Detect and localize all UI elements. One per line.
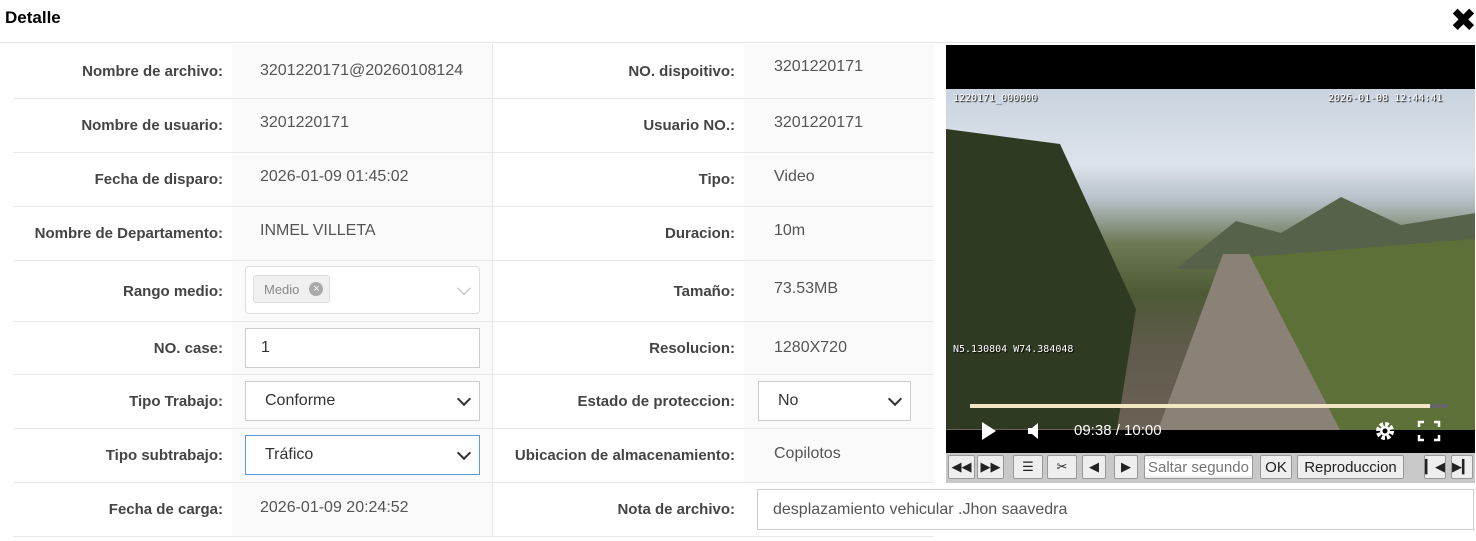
chevron-down-icon xyxy=(456,391,472,407)
value-tipo: Video xyxy=(744,153,934,206)
table-row: NO. case: 1 Resolucion: 1280X720 xyxy=(13,322,934,375)
label-fecha-carga: Fecha de carga: xyxy=(108,501,223,518)
progress-bar[interactable] xyxy=(970,404,1448,408)
progress-fill xyxy=(970,404,1431,408)
label-ubicacion: Ubicacion de almacenamiento: xyxy=(514,447,735,464)
value-duracion: 10m xyxy=(744,207,934,260)
label-nota-archivo: Nota de archivo: xyxy=(617,501,735,518)
label-no-case: NO. case: xyxy=(153,339,223,357)
video-hill xyxy=(946,129,1136,429)
table-row: Nombre de archivo: 3201220171@2026010812… xyxy=(13,44,934,99)
seek-seconds-input[interactable] xyxy=(1145,458,1252,476)
tag-label: Medio xyxy=(264,281,300,297)
estado-proteccion-cell: No xyxy=(744,375,934,428)
tipo-trabajo-select[interactable]: Conforme xyxy=(245,381,480,421)
value-nombre-usuario: 3201220171 xyxy=(232,99,493,152)
osd-coords: N5.130804 W74.384048 xyxy=(953,344,1074,355)
table-row: Fecha de disparo: 2026-01-09 01:45:02 Ti… xyxy=(13,153,934,207)
seek-seconds-field xyxy=(1144,455,1253,479)
no-case-input[interactable]: 1 xyxy=(245,328,480,368)
value-nombre-archivo: 3201220171@20260108124 xyxy=(232,44,493,98)
play-icon[interactable] xyxy=(980,420,998,442)
chevron-down-icon xyxy=(456,280,472,296)
reproduccion-button[interactable]: Reproduccion xyxy=(1297,455,1404,479)
dialog-title: Detalle xyxy=(5,8,61,27)
frame-back-icon[interactable]: ◀ xyxy=(1082,455,1106,479)
skip-end-icon[interactable]: ▶▎ xyxy=(1451,455,1473,479)
label-tipo: Tipo: xyxy=(698,171,735,188)
tipo-trabajo-cell: Conforme xyxy=(232,375,493,428)
osd-datetime: 2026-01-08 12:44:41 xyxy=(1328,93,1443,104)
value-no-dispositivo: 3201220171 xyxy=(744,44,934,98)
no-case-cell: 1 xyxy=(232,322,493,374)
tipo-subtrabajo-select[interactable]: Tráfico xyxy=(245,435,480,475)
nota-archivo-input[interactable]: desplazamiento vehicular .Jhon saavedra xyxy=(757,489,1474,530)
estado-proteccion-value: No xyxy=(778,392,799,409)
skip-start-icon[interactable]: ▎◀ xyxy=(1424,455,1446,479)
label-fecha-disparo: Fecha de disparo: xyxy=(94,171,223,188)
label-rango-medio: Rango medio: xyxy=(123,282,223,300)
close-icon[interactable]: ✖ xyxy=(1450,4,1476,36)
label-departamento: Nombre de Departamento: xyxy=(34,225,223,242)
value-resolucion: 1280X720 xyxy=(744,322,934,374)
label-no-dispositivo: NO. dispoitivo: xyxy=(628,62,735,80)
value-fecha-disparo: 2026-01-09 01:45:02 xyxy=(232,153,493,206)
time-display: 09:38 / 10:00 xyxy=(1074,422,1162,439)
table-row: Nombre de Departamento: INMEL VILLETA Du… xyxy=(13,207,934,261)
osd-id: 1220171_000000 xyxy=(953,93,1038,104)
label-resolucion: Resolucion: xyxy=(649,339,735,357)
tipo-subtrabajo-cell: Tráfico xyxy=(232,429,493,482)
table-row: Tipo subtrabajo: Tráfico Ubicacion de al… xyxy=(13,429,934,483)
value-departamento: INMEL VILLETA xyxy=(232,207,493,260)
label-usuario-no: Usuario NO.: xyxy=(643,117,735,134)
label-tamano: Tamaño: xyxy=(673,282,735,300)
rewind-icon[interactable]: ◀◀ xyxy=(948,455,975,479)
rango-medio-select[interactable]: Medio × xyxy=(245,266,480,314)
value-ubicacion: Copilotos xyxy=(744,429,934,482)
value-fecha-carga: 2026-01-09 20:24:52 xyxy=(232,483,493,536)
player-toolbar: ◀◀ ▶▶ ☰ ✂ ◀ ▶ OK Reproduccion ▎◀ ▶▎ xyxy=(946,453,1475,483)
label-tipo-trabajo: Tipo Trabajo: xyxy=(129,393,223,410)
label-duracion: Duracion: xyxy=(664,225,735,242)
list-icon[interactable]: ☰ xyxy=(1013,455,1043,479)
frame-forward-icon[interactable]: ▶ xyxy=(1114,455,1138,479)
volume-icon[interactable] xyxy=(1026,421,1044,441)
chevron-down-icon xyxy=(887,391,903,407)
label-tipo-subtrabajo: Tipo subtrabajo: xyxy=(105,447,223,464)
tipo-trabajo-value: Conforme xyxy=(265,392,336,409)
table-row: Rango medio: Medio × Tamaño: 73.53MB xyxy=(13,261,934,322)
label-nombre-usuario: Nombre de usuario: xyxy=(81,117,223,134)
chevron-down-icon xyxy=(456,445,472,461)
table-row: Nombre de usuario: 3201220171 Usuario NO… xyxy=(13,99,934,153)
settings-icon[interactable] xyxy=(1373,419,1397,443)
table-row: Tipo Trabajo: Conforme Estado de protecc… xyxy=(13,375,934,429)
label-nombre-archivo: Nombre de archivo: xyxy=(82,62,223,80)
video-player[interactable]: 1220171_000000 2026-01-08 12:44:41 N5.13… xyxy=(946,45,1475,453)
estado-proteccion-select[interactable]: No xyxy=(758,381,911,421)
header-divider xyxy=(0,42,1476,43)
value-usuario-no: 3201220171 xyxy=(744,99,934,152)
fullscreen-icon[interactable] xyxy=(1417,420,1441,442)
fast-forward-icon[interactable]: ▶▶ xyxy=(977,455,1004,479)
tag-remove-icon[interactable]: × xyxy=(309,282,324,296)
tipo-subtrabajo-value: Tráfico xyxy=(265,446,314,463)
rango-medio-tag: Medio × xyxy=(253,275,331,303)
ok-button[interactable]: OK xyxy=(1260,455,1292,479)
label-estado-proteccion: Estado de proteccion: xyxy=(577,393,735,410)
scissors-icon[interactable]: ✂ xyxy=(1047,455,1077,479)
value-tamano: 73.53MB xyxy=(744,261,934,321)
video-frame: 1220171_000000 2026-01-08 12:44:41 N5.13… xyxy=(946,89,1475,430)
rango-medio-cell: Medio × xyxy=(232,261,493,321)
